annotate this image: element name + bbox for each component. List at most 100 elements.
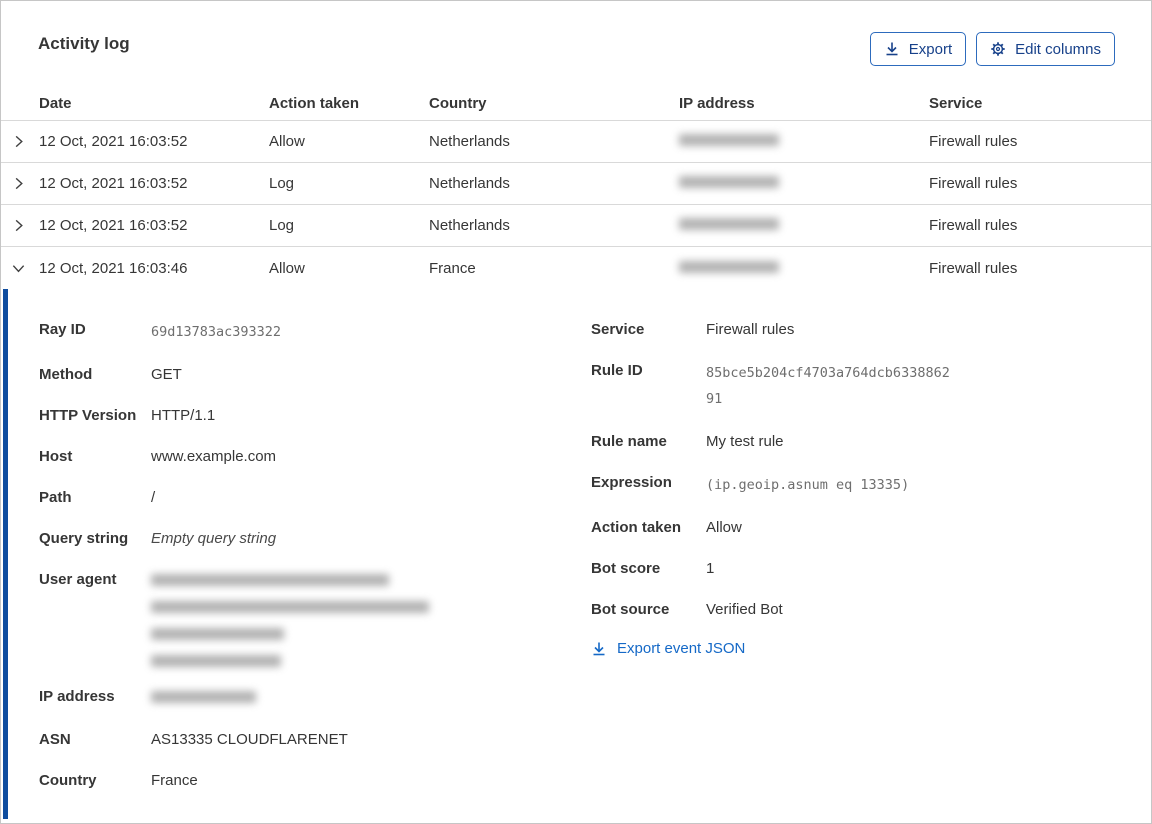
redacted-line <box>151 574 389 586</box>
cell-country: Netherlands <box>429 175 510 192</box>
export-event-json-link[interactable]: Export event JSON <box>591 640 1071 657</box>
column-header-ip-address: IP address <box>679 94 755 112</box>
redacted-ip <box>679 260 779 273</box>
download-icon <box>591 641 607 657</box>
redacted-ip <box>151 691 256 703</box>
field-value: My test rule <box>706 433 784 450</box>
cell-service: Firewall rules <box>929 175 1018 192</box>
cell-date: 12 Oct, 2021 16:03:52 <box>39 175 188 192</box>
detail-field-rule-name: Rule name My test rule <box>591 431 1071 453</box>
field-value: Empty query string <box>151 530 277 547</box>
cell-country: Netherlands <box>429 133 510 150</box>
field-label: Rule name <box>591 433 667 450</box>
detail-left-column: Ray ID 69d13783ac393322 Method GET HTTP … <box>39 319 559 811</box>
expand-row-toggle[interactable] <box>1 134 39 149</box>
page-title: Activity log <box>38 34 130 53</box>
field-label: User agent <box>39 571 117 588</box>
field-label: Method <box>39 366 93 383</box>
detail-field-rule-id: Rule ID 85bce5b204cf4703a764dcb633886291 <box>591 360 1071 412</box>
field-value: 1 <box>706 560 715 577</box>
field-label: Query string <box>39 530 129 547</box>
activity-log-panel: Activity log Export Edit columns Date Ac… <box>0 0 1152 824</box>
column-header-date: Date <box>39 94 72 112</box>
field-label: Country <box>39 772 97 789</box>
detail-field-bot-source: Bot source Verified Bot <box>591 599 1071 621</box>
cell-ip-address <box>679 217 929 234</box>
detail-field-service: Service Firewall rules <box>591 319 1071 341</box>
field-label: Ray ID <box>39 321 86 338</box>
detail-field-country: Country France <box>39 770 559 792</box>
cell-ip-address <box>679 175 929 192</box>
cell-action-taken: Log <box>269 175 295 192</box>
collapse-row-toggle[interactable] <box>1 261 39 276</box>
field-value: Allow <box>706 519 742 536</box>
field-label: Expression <box>591 474 672 491</box>
redacted-line <box>151 655 281 667</box>
column-header-action-taken: Action taken <box>269 94 360 112</box>
column-header-service: Service <box>929 94 983 112</box>
detail-field-bot-score: Bot score 1 <box>591 558 1071 580</box>
field-label: Service <box>591 321 645 338</box>
table-row-expanded[interactable]: 12 Oct, 2021 16:03:46 Allow France Firew… <box>1 247 1151 289</box>
detail-field-query-string: Query string Empty query string <box>39 528 559 550</box>
field-value: / <box>151 489 156 506</box>
field-value <box>151 686 256 710</box>
detail-field-host: Host www.example.com <box>39 446 559 468</box>
edit-columns-button[interactable]: Edit columns <box>976 32 1115 66</box>
cell-ip-address <box>679 133 929 150</box>
field-value: GET <box>151 366 182 383</box>
cell-action-taken: Log <box>269 217 295 234</box>
redacted-user-agent <box>151 569 429 667</box>
edit-columns-button-label: Edit columns <box>1015 40 1101 58</box>
cell-date: 12 Oct, 2021 16:03:52 <box>39 133 188 150</box>
redacted-line <box>151 601 429 613</box>
detail-field-method: Method GET <box>39 364 559 386</box>
redacted-ip <box>679 134 779 146</box>
field-value: HTTP/1.1 <box>151 407 216 424</box>
cell-country: France <box>429 259 476 277</box>
field-label: ASN <box>39 731 71 748</box>
cell-date: 12 Oct, 2021 16:03:52 <box>39 217 188 234</box>
cell-service: Firewall rules <box>929 217 1018 234</box>
field-label: Rule ID <box>591 362 643 379</box>
table-row[interactable]: 12 Oct, 2021 16:03:52 Allow Netherlands … <box>1 121 1151 163</box>
field-label: HTTP Version <box>39 407 137 424</box>
field-value: France <box>151 772 198 789</box>
cell-ip-address <box>679 260 929 277</box>
chevron-down-icon <box>11 261 26 276</box>
detail-field-http-version: HTTP Version HTTP/1.1 <box>39 405 559 427</box>
redacted-ip <box>679 218 779 230</box>
field-label: Bot score <box>591 560 661 577</box>
download-icon <box>884 41 900 57</box>
expand-row-toggle[interactable] <box>1 218 39 233</box>
expand-row-toggle[interactable] <box>1 176 39 191</box>
chevron-right-icon <box>11 134 26 149</box>
cell-service: Firewall rules <box>929 259 1018 277</box>
field-value: 69d13783ac393322 <box>151 324 282 340</box>
table-row[interactable]: 12 Oct, 2021 16:03:52 Log Netherlands Fi… <box>1 205 1151 247</box>
table-header-row: Date Action taken Country IP address Ser… <box>1 86 1151 121</box>
detail-field-asn: ASN AS13335 CLOUDFLARENET <box>39 729 559 751</box>
gear-icon <box>990 41 1006 57</box>
field-label: IP address <box>39 688 115 705</box>
activity-log-table: Date Action taken Country IP address Ser… <box>1 86 1151 289</box>
field-value: (ip.geoip.asnum eq 13335) <box>706 477 910 493</box>
redacted-ip <box>679 176 779 188</box>
table-row[interactable]: 12 Oct, 2021 16:03:52 Log Netherlands Fi… <box>1 163 1151 205</box>
field-value: Verified Bot <box>706 601 783 618</box>
field-value: www.example.com <box>151 448 277 465</box>
header-actions: Export Edit columns <box>869 32 1115 66</box>
chevron-right-icon <box>11 176 26 191</box>
export-event-json-label: Export event JSON <box>617 640 746 657</box>
chevron-right-icon <box>11 218 26 233</box>
field-label: Host <box>39 448 73 465</box>
cell-country: Netherlands <box>429 217 510 234</box>
field-label: Action taken <box>591 519 682 536</box>
detail-field-path: Path / <box>39 487 559 509</box>
cell-action-taken: Allow <box>269 259 305 277</box>
export-button[interactable]: Export <box>869 32 967 66</box>
export-button-label: Export <box>908 40 953 58</box>
cell-action-taken: Allow <box>269 133 305 150</box>
redacted-line <box>151 628 284 640</box>
event-detail-panel: Ray ID 69d13783ac393322 Method GET HTTP … <box>3 289 1151 819</box>
